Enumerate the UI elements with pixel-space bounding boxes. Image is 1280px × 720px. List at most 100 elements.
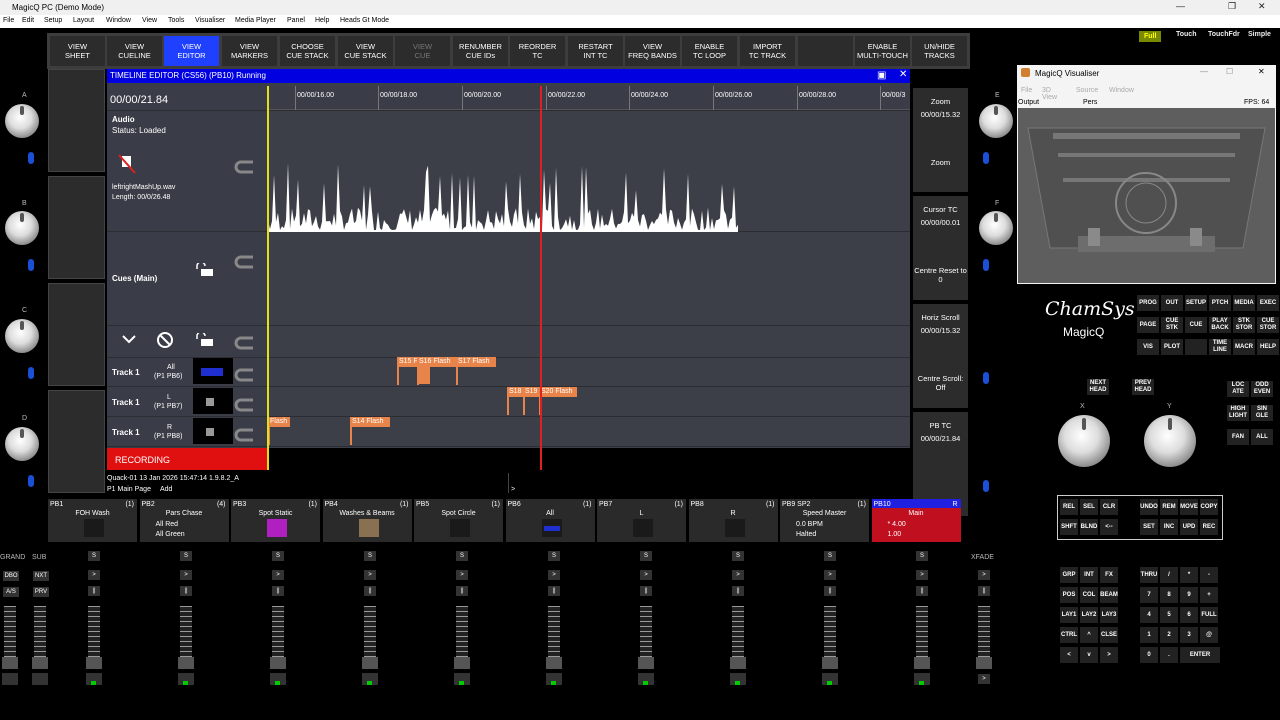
console-key[interactable]: SETUP xyxy=(1185,295,1207,311)
pause-button[interactable]: || xyxy=(916,586,928,596)
console-key[interactable]: STK STOR xyxy=(1233,317,1255,333)
magnet-icon[interactable] xyxy=(233,368,255,387)
console-key[interactable]: CUE xyxy=(1185,317,1207,333)
console-key[interactable]: PLAY BACK xyxy=(1209,317,1231,333)
timeline-control[interactable]: Horiz Scroll 00/00/15.32 Centre Scroll: Of… xyxy=(913,304,968,408)
maximize-icon[interactable]: ❐ xyxy=(1228,1,1236,12)
encoder-knob[interactable] xyxy=(5,104,39,138)
fader-cap[interactable] xyxy=(638,657,654,669)
console-key[interactable]: / xyxy=(1160,567,1178,583)
menu-item[interactable]: Media Player xyxy=(235,17,276,24)
toolbar-button[interactable]: VIEW CUE xyxy=(395,36,450,66)
cue-block[interactable]: S15 F xyxy=(397,357,417,367)
encoder-knob[interactable] xyxy=(5,211,39,245)
console-key[interactable]: PROG xyxy=(1137,295,1159,311)
lock-icon[interactable] xyxy=(193,331,215,352)
encoder-knob[interactable] xyxy=(5,427,39,461)
go-button[interactable]: > xyxy=(180,570,192,580)
y-encoder-knob[interactable] xyxy=(1144,415,1196,467)
audio-mute-icon[interactable] xyxy=(117,153,137,177)
toolbar-button[interactable]: REORDER TC xyxy=(510,36,565,66)
pause-button[interactable]: || xyxy=(824,586,836,596)
console-key[interactable]: OUT xyxy=(1161,295,1183,311)
toolbar-button[interactable]: VIEW SHEET xyxy=(50,36,105,66)
cue-block[interactable]: S19 xyxy=(523,387,539,397)
grand-button[interactable]: PRV xyxy=(33,587,49,597)
playback-window[interactable]: PB8 (1) R xyxy=(688,499,778,542)
pause-button[interactable]: || xyxy=(364,586,376,596)
magnet-icon[interactable] xyxy=(233,428,255,447)
fader-cap[interactable] xyxy=(32,657,48,669)
console-key[interactable]: TIME LINE xyxy=(1209,339,1231,355)
timeline-ruler[interactable]: 00/00/16.00 00/00/18.00 00/00/20.00 00/00/2… xyxy=(268,86,910,110)
select-button[interactable]: S xyxy=(732,551,744,561)
minimize-icon[interactable]: — xyxy=(1200,67,1208,76)
next-head-key[interactable]: NEXT HEAD xyxy=(1087,379,1109,395)
grand-button[interactable]: DBO xyxy=(3,571,19,581)
menu-item[interactable]: Window xyxy=(106,17,131,24)
magnet-icon[interactable] xyxy=(233,398,255,417)
console-key[interactable]: INT xyxy=(1080,567,1098,583)
console-key[interactable]: CUE STK xyxy=(1161,317,1183,333)
console-key[interactable]: 3 xyxy=(1180,627,1198,643)
console-key[interactable]: + xyxy=(1200,587,1218,603)
side-button-panel[interactable] xyxy=(48,176,105,279)
toolbar-button[interactable]: ENABLE MULTI-TOUCH xyxy=(855,36,910,66)
grand-button[interactable]: NXT xyxy=(33,571,49,581)
pause-button[interactable]: || xyxy=(456,586,468,596)
console-key[interactable]: SIN GLE xyxy=(1251,405,1273,421)
toolbar-button[interactable]: RESTART INT TC xyxy=(568,36,623,66)
chevron-down-icon[interactable] xyxy=(121,332,137,350)
lock-icon[interactable] xyxy=(193,261,215,282)
menu-item[interactable]: Setup xyxy=(44,17,62,24)
console-key[interactable]: < xyxy=(1060,647,1078,663)
console-key[interactable]: FAN xyxy=(1227,429,1249,445)
fader-button[interactable] xyxy=(32,673,48,685)
touch-toggle[interactable]: Touch xyxy=(1176,31,1196,38)
menu-item[interactable]: File xyxy=(3,17,14,24)
console-key[interactable]: . xyxy=(1160,647,1178,663)
menu-item[interactable]: Edit xyxy=(22,17,34,24)
console-key[interactable]: HELP xyxy=(1257,339,1279,355)
playhead-line[interactable] xyxy=(540,86,542,470)
select-button[interactable]: S xyxy=(272,551,284,561)
magnet-icon[interactable] xyxy=(233,255,255,274)
console-key[interactable]: 0 xyxy=(1140,647,1158,663)
pause-button[interactable]: || xyxy=(548,586,560,596)
recording-indicator[interactable]: RECORDING xyxy=(107,448,268,470)
playback-window[interactable]: PB2 (4) Pars Chase All Red All Green xyxy=(139,499,229,542)
toolbar-button[interactable]: VIEW MARKERS xyxy=(222,36,277,66)
go-button[interactable]: > xyxy=(640,570,652,580)
playback-window[interactable]: PB5 (1) Spot Circle xyxy=(414,499,503,542)
blank-key[interactable] xyxy=(1185,339,1207,355)
side-button-panel[interactable] xyxy=(48,283,105,386)
console-key[interactable]: HIGH LIGHT xyxy=(1227,405,1249,421)
pause-button[interactable]: || xyxy=(88,586,100,596)
console-key[interactable]: GRP xyxy=(1060,567,1078,583)
touchfdr-toggle[interactable]: TouchFdr xyxy=(1208,31,1240,38)
console-key[interactable]: FX xyxy=(1100,567,1118,583)
select-button[interactable]: S xyxy=(916,551,928,561)
side-button-panel[interactable] xyxy=(48,69,105,172)
no-entry-icon[interactable] xyxy=(156,331,174,354)
magnet-icon[interactable] xyxy=(233,336,255,355)
visualiser-menu-item[interactable]: File xyxy=(1021,87,1032,94)
playback-window[interactable]: PB1 (1) FOH Wash xyxy=(48,499,137,542)
visualiser-menu-item[interactable]: Source xyxy=(1076,87,1098,94)
close-icon[interactable]: ✕ xyxy=(1258,1,1266,12)
go-button[interactable]: > xyxy=(916,570,928,580)
console-key[interactable]: 6 xyxy=(1180,607,1198,623)
fader-cap[interactable] xyxy=(178,657,194,669)
console-key[interactable]: 2 xyxy=(1160,627,1178,643)
xfade-go[interactable]: > xyxy=(978,570,990,580)
fader-cap[interactable] xyxy=(546,657,562,669)
fader-cap[interactable] xyxy=(730,657,746,669)
console-key[interactable]: CLSE xyxy=(1100,627,1118,643)
console-key[interactable]: POS xyxy=(1060,587,1078,603)
cue-block[interactable]: S17 Flash xyxy=(456,357,496,367)
playback-window[interactable]: PB10 R Main * 4.00 1.00 xyxy=(871,499,961,542)
console-key[interactable]: FULL xyxy=(1200,607,1218,623)
toolbar-button[interactable]: VIEW FREQ BANDS xyxy=(625,36,680,66)
console-key[interactable]: BEAM xyxy=(1100,587,1118,603)
console-key[interactable]: 5 xyxy=(1160,607,1178,623)
